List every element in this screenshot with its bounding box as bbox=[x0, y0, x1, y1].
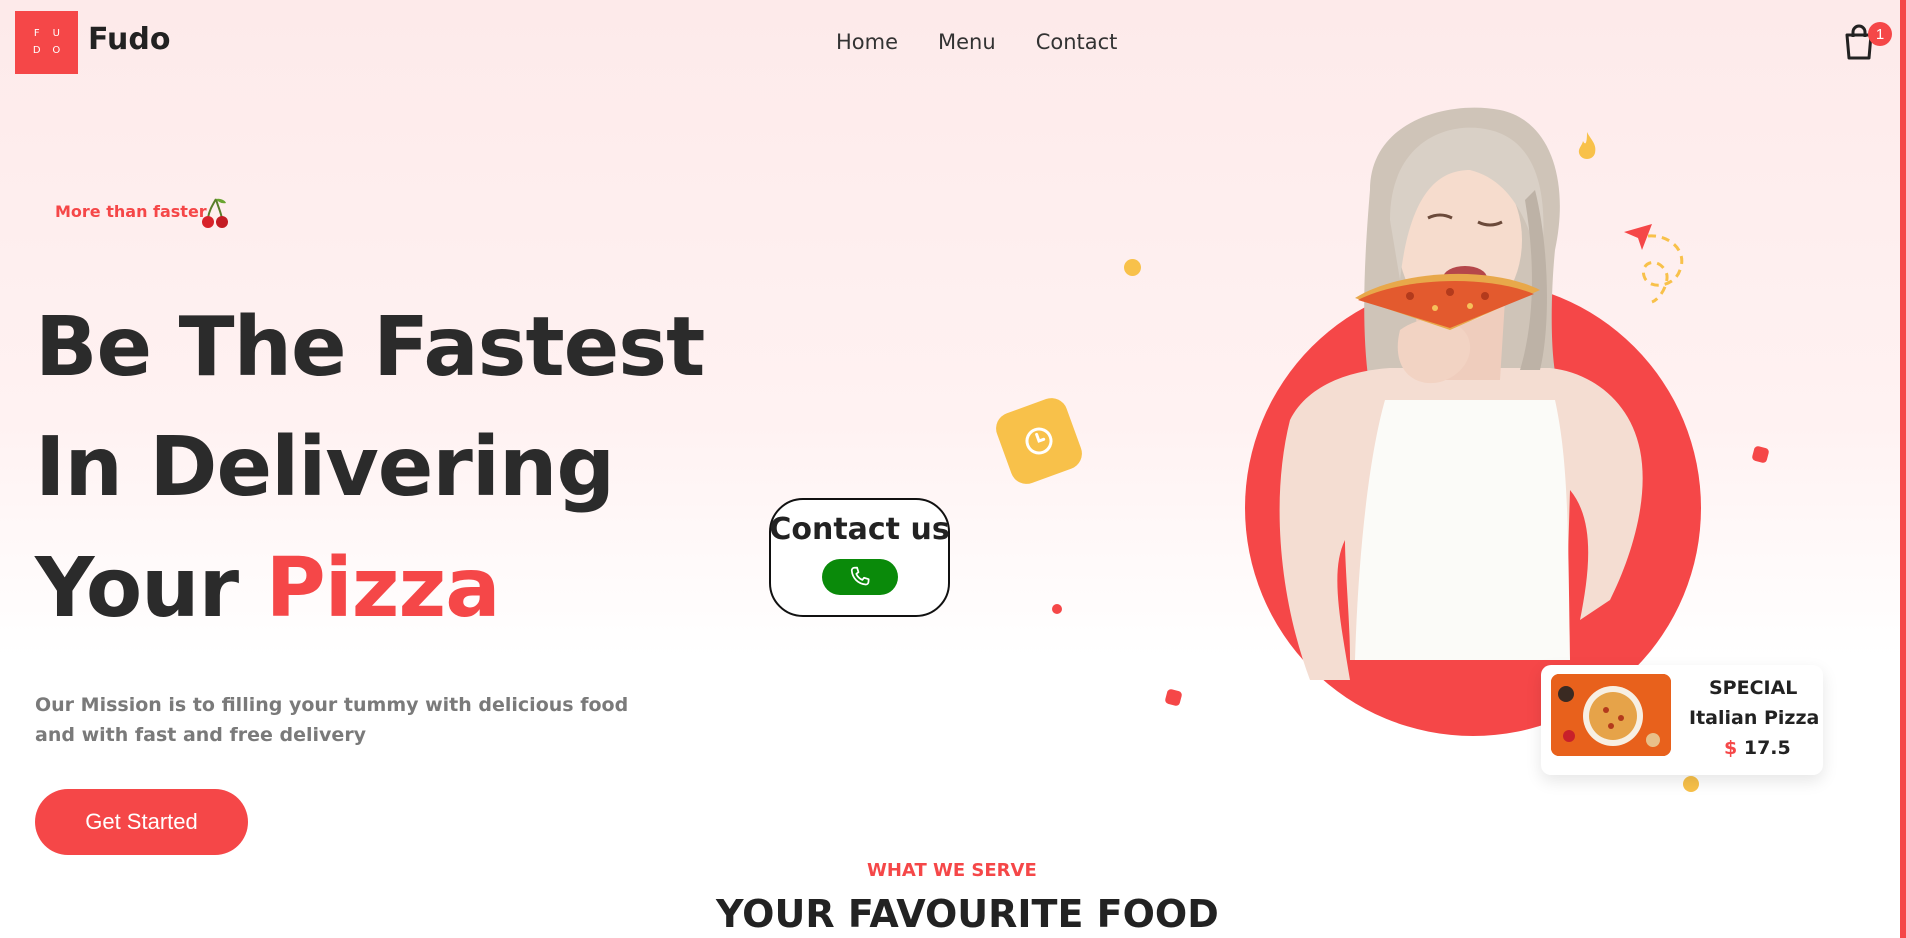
clock-badge bbox=[991, 393, 1087, 489]
call-button[interactable] bbox=[821, 559, 898, 595]
phone-icon bbox=[850, 566, 870, 586]
special-offer-card[interactable]: SPECIAL Italian Pizza $ 17.5 bbox=[1541, 665, 1823, 775]
pizza-thumbnail bbox=[1551, 674, 1671, 756]
logo-letter: F bbox=[33, 27, 40, 39]
hero-mission: Our Mission is to filling your tummy wit… bbox=[35, 694, 629, 746]
decor-dot bbox=[1683, 776, 1699, 792]
special-label: SPECIAL bbox=[1709, 677, 1798, 699]
nav-menu[interactable]: Menu bbox=[938, 30, 996, 54]
contact-widget[interactable]: Contact us bbox=[769, 498, 950, 617]
section-kicker: WHAT WE SERVE bbox=[867, 860, 1037, 881]
main-nav: Home Menu Contact bbox=[836, 30, 1117, 54]
scrollbar-edge bbox=[1900, 0, 1906, 938]
section-title: YOUR FAVOURITE FOOD bbox=[716, 892, 1219, 936]
cart-count-badge: 1 bbox=[1868, 22, 1892, 46]
contact-title: Contact us bbox=[769, 512, 950, 547]
brand-name[interactable]: Fudo bbox=[88, 22, 170, 57]
logo[interactable]: F U D O bbox=[15, 11, 78, 74]
price-value: 17.5 bbox=[1743, 737, 1791, 759]
clock-icon bbox=[1025, 427, 1053, 455]
special-name: Italian Pizza bbox=[1689, 707, 1820, 729]
price-currency: $ bbox=[1724, 737, 1738, 759]
hero-woman-image bbox=[1279, 107, 1643, 680]
cherry-icon bbox=[202, 198, 228, 228]
hero-heading-line1: Be The Fastest bbox=[35, 300, 705, 395]
logo-letter: O bbox=[52, 45, 61, 57]
hero-heading-accent: Pizza bbox=[265, 541, 501, 636]
nav-home[interactable]: Home bbox=[836, 30, 898, 54]
nav-contact[interactable]: Contact bbox=[1036, 30, 1118, 54]
decor-square bbox=[1164, 688, 1183, 707]
decor-dot bbox=[1052, 604, 1062, 614]
hero-tagline: More than faster bbox=[55, 202, 207, 221]
hero-heading-line3: Your Pizza bbox=[35, 548, 501, 630]
decor-dot bbox=[1124, 259, 1141, 276]
logo-letter: D bbox=[32, 45, 41, 57]
get-started-button[interactable]: Get Started bbox=[35, 789, 248, 855]
hero-heading-line2: In Delivering bbox=[35, 420, 615, 515]
decor-square bbox=[1751, 445, 1770, 464]
hero-heading-prefix: Your bbox=[35, 541, 266, 636]
logo-letter: U bbox=[52, 27, 60, 39]
special-price: $ 17.5 bbox=[1724, 737, 1791, 759]
